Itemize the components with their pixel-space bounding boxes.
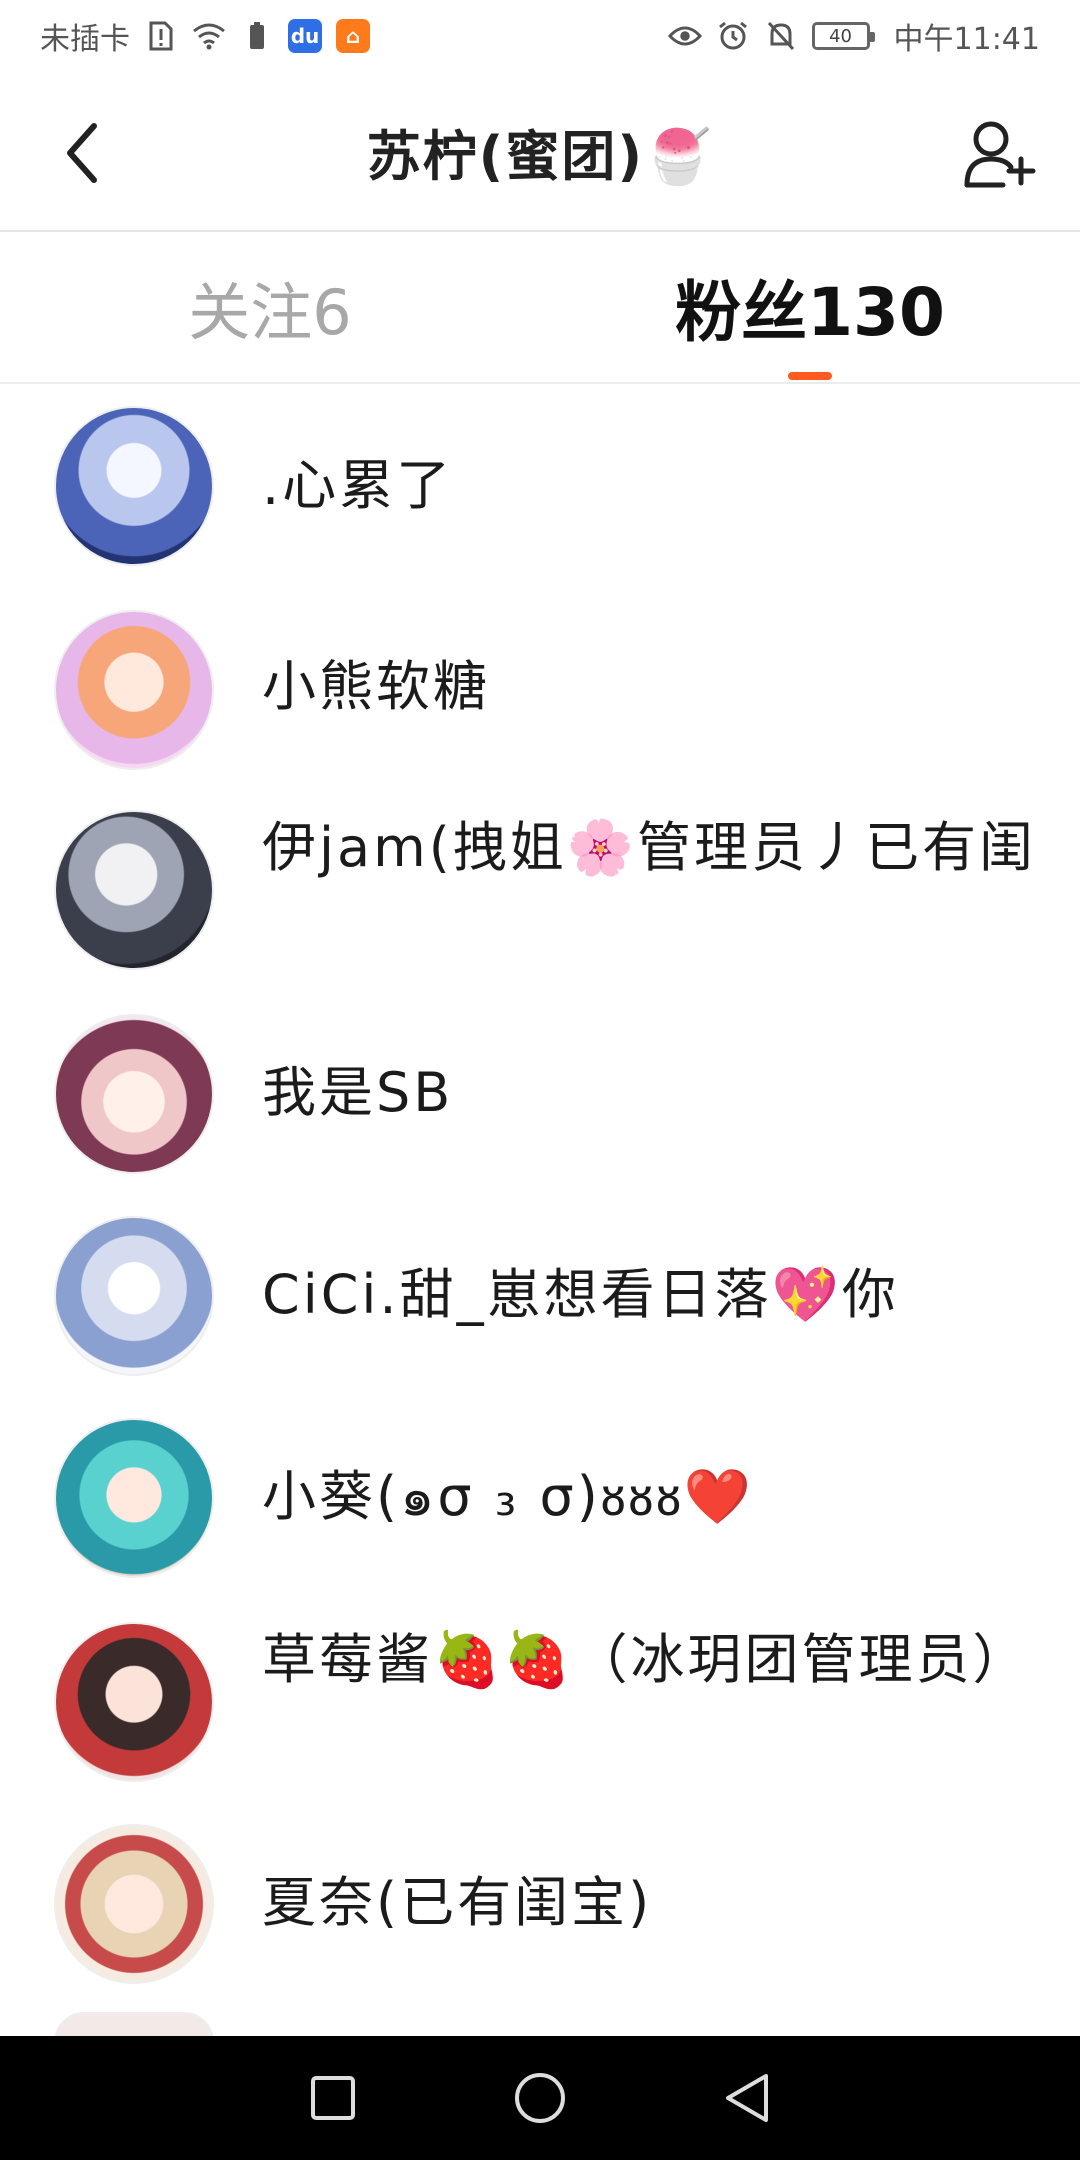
circle-icon <box>514 2073 565 2123</box>
avatar <box>54 1824 214 1984</box>
back-button[interactable] <box>52 118 112 188</box>
add-user-icon <box>964 121 1036 188</box>
avatar <box>54 810 214 970</box>
status-left: 未插卡 du ⌂ <box>40 14 370 58</box>
recents-button[interactable] <box>303 2068 363 2128</box>
list-item[interactable]: CiCi.甜_崽想看日落💖你 <box>0 1194 1080 1396</box>
list-item[interactable]: 我是SB <box>0 992 1080 1194</box>
follower-name: .心累了 <box>262 454 454 517</box>
orange-app-icon: ⌂ <box>336 19 370 53</box>
list-item[interactable]: 夏奈(已有闺宝) <box>0 1802 1080 2006</box>
follower-name: 伊jam(拽姐🌸管理员丿已有闺 <box>262 816 1036 879</box>
avatar <box>54 610 214 770</box>
alarm-icon <box>716 19 750 53</box>
header: 苏柠(蜜团)🍧 <box>0 72 1080 232</box>
list-item[interactable]: 小葵(๑σ ₃ σ)ᴕᴕᴕ❤️ <box>0 1396 1080 1600</box>
list-item-partial <box>0 2006 1080 2042</box>
home-button[interactable] <box>510 2068 570 2128</box>
follower-name: 夏奈(已有闺宝) <box>262 1871 653 1934</box>
avatar <box>54 1216 214 1376</box>
triangle-back-icon <box>725 2074 768 2122</box>
tab-fans[interactable]: 粉丝130 <box>540 232 1080 382</box>
mute-bell-icon <box>764 19 798 53</box>
carrier-text: 未插卡 <box>40 22 130 57</box>
add-friend-button[interactable] <box>960 114 1040 194</box>
list-item[interactable]: 草莓酱🍓🍓（冰玥团管理员） <box>0 1600 1080 1802</box>
square-icon <box>311 2076 356 2120</box>
tab-following[interactable]: 关注6 <box>0 232 540 382</box>
battery-icon: 40 <box>811 22 875 50</box>
clock-text: 中午11:41 <box>893 22 1040 57</box>
follower-name: 小葵(๑σ ₃ σ)ᴕᴕᴕ❤️ <box>262 1465 755 1528</box>
follower-name: 我是SB <box>262 1061 454 1124</box>
list-item[interactable]: 伊jam(拽姐🌸管理员丿已有闺 <box>0 790 1080 992</box>
wifi-icon <box>192 19 226 53</box>
storage-icon <box>240 19 274 53</box>
system-nav-bar <box>0 2036 1080 2160</box>
screen: 未插卡 du ⌂ 40 中午11:41 苏柠(蜜团)🍧 关注6 粉丝130 .心… <box>0 0 1080 2160</box>
avatar <box>54 1622 214 1782</box>
list-item[interactable]: 小熊软糖 <box>0 588 1080 790</box>
status-right: 40 中午11:41 <box>667 14 1040 58</box>
tab-indicator <box>788 372 832 380</box>
follower-name: CiCi.甜_崽想看日落💖你 <box>262 1263 899 1326</box>
list-item[interactable]: .心累了 <box>0 384 1080 588</box>
tab-bar: 关注6 粉丝130 <box>0 232 1080 384</box>
avatar <box>54 406 214 566</box>
system-back-button[interactable] <box>717 2068 777 2128</box>
avatar <box>54 1014 214 1174</box>
follower-name: 草莓酱🍓🍓（冰玥团管理员） <box>262 1628 1030 1691</box>
follower-name: 小熊软糖 <box>262 655 490 718</box>
baidu-app-icon: du <box>288 19 322 53</box>
eye-icon <box>667 19 702 53</box>
back-arrow-icon <box>67 123 97 183</box>
page-title: 苏柠(蜜团)🍧 <box>366 124 714 188</box>
sim-alert-icon <box>144 19 178 53</box>
avatar <box>54 1418 214 1578</box>
status-bar: 未插卡 du ⌂ 40 中午11:41 <box>0 0 1080 72</box>
